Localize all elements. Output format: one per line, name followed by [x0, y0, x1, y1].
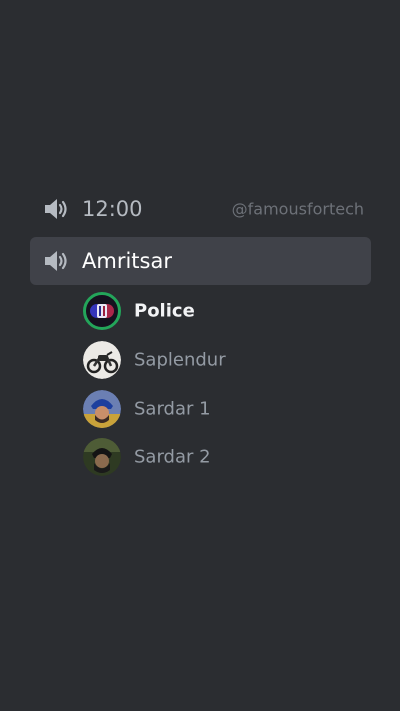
turban-person-avatar	[83, 390, 121, 428]
motorcycle-avatar	[83, 341, 121, 379]
channel-name: Amritsar	[82, 249, 172, 273]
channel-name: 12:00	[82, 197, 143, 221]
voice-channel-list: 12:00 @famousfortech Amritsar Police Sap…	[0, 0, 400, 711]
speaker-icon	[45, 199, 67, 219]
voice-user-sardar-1[interactable]: Sardar 1	[83, 389, 363, 429]
speaker-icon	[45, 251, 67, 271]
voice-user-sardar-2[interactable]: Sardar 2	[83, 437, 363, 477]
voice-channel-12-00[interactable]: 12:00 @famousfortech	[30, 185, 371, 233]
user-name: Saplendur	[134, 349, 226, 371]
person-avatar	[83, 438, 121, 476]
user-name: Police	[134, 300, 195, 322]
police-light-avatar	[83, 292, 121, 330]
user-name: Sardar 2	[134, 446, 211, 468]
voice-user-saplendur[interactable]: Saplendur	[83, 340, 363, 380]
watermark: @famousfortech	[231, 199, 364, 219]
voice-user-police[interactable]: Police	[83, 291, 363, 331]
user-name: Sardar 1	[134, 398, 211, 420]
voice-channel-amritsar[interactable]: Amritsar	[30, 237, 371, 285]
